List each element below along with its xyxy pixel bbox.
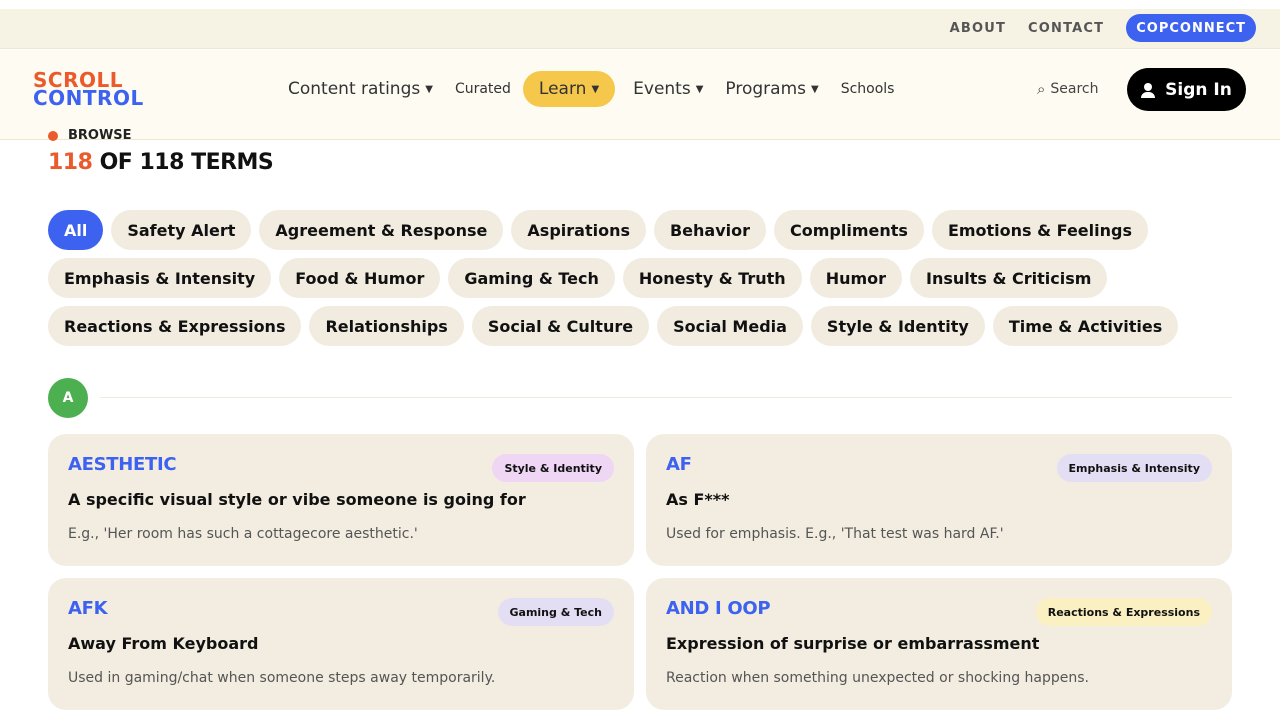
chevron-down-icon: ▼ [695, 83, 704, 95]
filter-chip[interactable]: Social Media [657, 306, 803, 346]
nav-content-ratings[interactable]: Content ratings ▼ [288, 71, 433, 107]
nav-schools-label: Schools [840, 81, 895, 97]
terms-count-shown: 118 [48, 150, 93, 175]
chevron-down-icon: ▼ [591, 83, 600, 95]
contact-link[interactable]: CONTACT [1028, 21, 1104, 36]
primary-nav: Content ratings ▼ Curated Learn ▼ Events… [288, 71, 916, 107]
terms-count: 118 OF 118 TERMS [48, 150, 274, 175]
term-card[interactable]: AND I OOP Reactions & Expressions Expres… [646, 578, 1232, 710]
browse-dot-icon [48, 130, 58, 141]
site-logo[interactable]: SCROLL CONTROL [33, 70, 144, 110]
category-tag: Style & Identity [492, 454, 614, 482]
term-card[interactable]: AESTHETIC Style & Identity A specific vi… [48, 434, 634, 566]
category-tag: Emphasis & Intensity [1056, 454, 1212, 482]
about-link[interactable]: ABOUT [950, 21, 1006, 36]
category-tag: Gaming & Tech [497, 598, 614, 626]
term-card[interactable]: AFK Gaming & Tech Away From Keyboard Use… [48, 578, 634, 710]
copconnect-button[interactable]: COPCONNECT [1126, 14, 1256, 42]
filter-chip[interactable]: Gaming & Tech [448, 258, 615, 298]
nav-programs[interactable]: Programs ▼ [725, 71, 818, 107]
nav-programs-label: Programs [725, 79, 806, 99]
nav-events-label: Events [633, 79, 691, 99]
browse-label: BROWSE [48, 128, 132, 143]
filter-chip[interactable]: Social & Culture [471, 306, 650, 346]
chevron-down-icon: ▼ [811, 83, 819, 95]
nav-curated[interactable]: Curated [455, 71, 511, 107]
search-icon: ⌕ [1037, 80, 1046, 98]
terms-count-total: OF 118 TERMS [92, 150, 274, 175]
nav-learn-label: Learn [538, 79, 587, 99]
filter-chip[interactable]: Behavior [653, 210, 767, 250]
filter-chip[interactable]: Time & Activities [992, 306, 1179, 346]
term-example: Reaction when something unexpected or sh… [666, 670, 1089, 686]
filter-chip[interactable]: Aspirations [511, 210, 646, 250]
user-icon [1141, 82, 1156, 98]
nav-content-ratings-label: Content ratings [288, 79, 421, 99]
term-definition: Expression of surprise or embarrassment [666, 634, 1040, 653]
search-label: Search [1050, 81, 1099, 97]
nav-learn[interactable]: Learn ▼ [522, 71, 616, 107]
category-tag: Reactions & Expressions [1035, 598, 1212, 626]
utility-bar: ABOUT CONTACT COPCONNECT [0, 9, 1280, 49]
section-divider [100, 397, 1232, 398]
filter-chip[interactable]: Insults & Criticism [910, 258, 1108, 298]
section-letter-badge: A [48, 378, 88, 418]
filter-chip[interactable]: Humor [809, 258, 903, 298]
logo-line-2: CONTROL [33, 86, 144, 110]
chevron-down-icon: ▼ [425, 83, 433, 95]
filter-chip[interactable]: Reactions & Expressions [48, 306, 302, 346]
filter-chip[interactable]: Style & Identity [810, 306, 985, 346]
search-button[interactable]: ⌕ Search [1037, 80, 1099, 98]
term-card[interactable]: AF Emphasis & Intensity As F*** Used for… [646, 434, 1232, 566]
filter-chip[interactable]: Food & Humor [279, 258, 441, 298]
term-example: Used for emphasis. E.g., 'That test was … [666, 526, 1004, 542]
filter-chip[interactable]: Safety Alert [111, 210, 252, 250]
filter-chip[interactable]: Honesty & Truth [622, 258, 802, 298]
nav-curated-label: Curated [454, 81, 511, 97]
filter-chip[interactable]: Emphasis & Intensity [48, 258, 272, 298]
filter-chip[interactable]: Compliments [774, 210, 924, 250]
category-filters: All Safety Alert Agreement & Response As… [48, 210, 1179, 354]
utility-links: ABOUT CONTACT COPCONNECT [950, 14, 1256, 42]
filter-chip[interactable]: Agreement & Response [259, 210, 504, 250]
term-definition: A specific visual style or vibe someone … [68, 490, 526, 509]
main-navbar: SCROLL CONTROL Content ratings ▼ Curated… [0, 50, 1280, 140]
nav-events[interactable]: Events ▼ [633, 71, 703, 107]
term-definition: Away From Keyboard [68, 634, 259, 653]
browse-text: BROWSE [68, 128, 132, 143]
term-definition: As F*** [666, 490, 730, 509]
filter-row: All Safety Alert Agreement & Response As… [48, 210, 1148, 250]
nav-schools[interactable]: Schools [841, 71, 895, 107]
filter-row: Reactions & Expressions Relationships So… [48, 306, 1179, 346]
filter-row: Emphasis & Intensity Food & Humor Gaming… [48, 258, 1148, 298]
term-example: E.g., 'Her room has such a cottagecore a… [68, 526, 418, 542]
filter-chip[interactable]: Relationships [309, 306, 464, 346]
term-example: Used in gaming/chat when someone steps a… [68, 670, 496, 686]
filter-chip-all[interactable]: All [48, 210, 104, 250]
sign-in-button[interactable]: Sign In [1127, 68, 1246, 111]
filter-chip[interactable]: Emotions & Feelings [931, 210, 1148, 250]
sign-in-label: Sign In [1165, 79, 1232, 100]
